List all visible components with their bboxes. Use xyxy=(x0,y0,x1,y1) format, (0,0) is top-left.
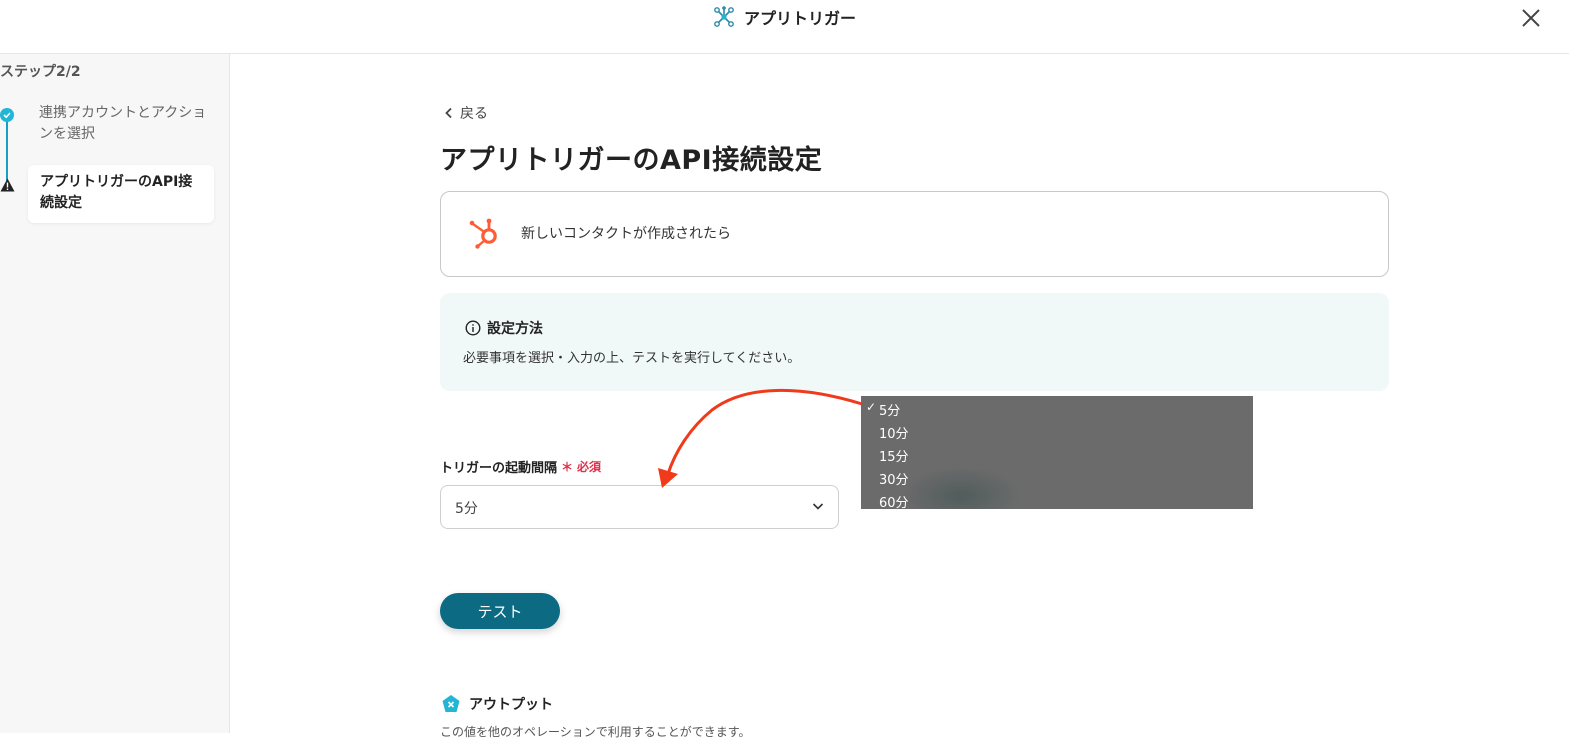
warning-icon xyxy=(0,178,15,192)
info-icon xyxy=(465,320,481,336)
chevron-left-icon xyxy=(445,107,452,119)
chevron-down-icon xyxy=(812,503,824,510)
required-mark: ＊ xyxy=(561,460,574,474)
hubspot-icon xyxy=(469,218,497,249)
close-icon[interactable] xyxy=(1521,8,1541,28)
interval-select[interactable]: 5分 xyxy=(440,485,839,529)
step-connector-line xyxy=(6,116,8,184)
trigger-name: 新しいコンタクトが作成されたら xyxy=(521,226,731,242)
step-indicator: ステップ2/2 xyxy=(0,64,81,80)
output-description: この値を他のオペレーションで利用することができます。 xyxy=(440,725,751,739)
page-title: アプリトリガーのAPI接続設定 xyxy=(440,145,823,176)
sidebar-item-api-settings[interactable]: アプリトリガーのAPI接続設定 xyxy=(28,165,214,223)
app-title: アプリトリガー xyxy=(744,9,857,28)
info-box: 設定方法 必要事項を選択・入力の上、テストを実行してください。 xyxy=(440,293,1389,391)
dropdown-option[interactable]: ✓ 5分 xyxy=(861,397,1253,420)
output-title: アウトプット xyxy=(469,697,553,713)
dropdown-option[interactable]: 10分 xyxy=(861,420,1253,443)
info-title: 設定方法 xyxy=(487,321,543,337)
network-icon xyxy=(714,6,734,27)
check-icon xyxy=(0,108,14,122)
sidebar: ステップ2/2 連携アカウントとアクションを選択 アプリトリガーのAPI接続設定 xyxy=(0,54,230,733)
info-description: 必要事項を選択・入力の上、テストを実行してください。 xyxy=(463,351,801,366)
dropdown-option[interactable]: 60分 xyxy=(861,489,1253,509)
dropdown-option[interactable]: 30分 xyxy=(861,466,1253,489)
output-icon xyxy=(442,695,460,712)
test-button[interactable]: テスト xyxy=(440,593,560,629)
interval-label: トリガーの起動間隔 xyxy=(440,461,558,476)
output-header: アウトプット xyxy=(441,694,553,714)
required-text: 必須 xyxy=(577,460,602,474)
app-title-group: アプリトリガー xyxy=(712,5,856,29)
close-button[interactable] xyxy=(1518,5,1544,31)
check-icon: ✓ xyxy=(866,400,877,414)
trigger-card: 新しいコンタクトが作成されたら xyxy=(440,191,1389,277)
top-bar: アプリトリガー xyxy=(0,0,1569,54)
sidebar-item-label: アプリトリガーのAPI接続設定 xyxy=(40,174,193,211)
back-label: 戻る xyxy=(460,106,488,122)
sidebar-item-account-action[interactable]: 連携アカウントとアクションを選択 xyxy=(39,103,209,145)
back-link[interactable]: 戻る xyxy=(444,102,488,124)
info-header: 設定方法 xyxy=(465,318,543,338)
dropdown-option[interactable]: 15分 xyxy=(861,443,1253,466)
interval-dropdown[interactable]: ✓ 5分 10分 15分 30分 60分 xyxy=(861,396,1253,509)
interval-select-value: 5分 xyxy=(455,501,478,517)
interval-field-label: トリガーの起動間隔 ＊ 必須 xyxy=(440,457,601,476)
